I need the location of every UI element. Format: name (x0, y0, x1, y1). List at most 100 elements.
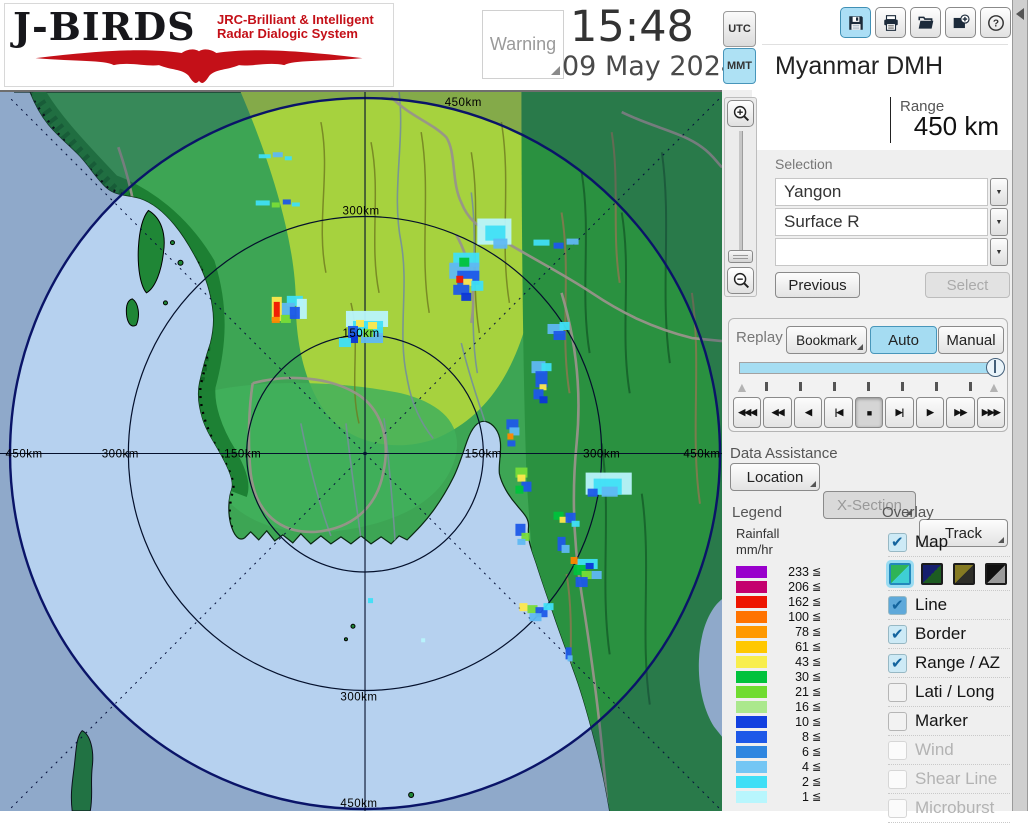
fast-forward-button[interactable]: ▶▶ (946, 397, 975, 428)
panel-splitter[interactable] (1012, 0, 1028, 811)
legend-entry: 2 ≦ (736, 774, 856, 789)
zoom-slider-handle[interactable] (728, 250, 753, 263)
legend-value: 206 (788, 579, 809, 594)
play-button[interactable]: ▶ (915, 397, 945, 428)
playback-controls: ◀◀◀ ◀◀ ◀ |◀ ■ ▶| ▶ ▶▶ ▶▶▶ (733, 397, 1005, 428)
overlay-item-shear-line[interactable]: Shear Line (888, 765, 1010, 794)
svg-text:450km: 450km (340, 798, 377, 810)
replay-slider-handle[interactable] (986, 358, 1005, 377)
checkbox[interactable] (888, 532, 907, 552)
slider-start-marker[interactable]: ▲ (735, 379, 749, 395)
option-dropdown-arrow[interactable]: ▼ (990, 238, 1008, 266)
slider-tick (799, 382, 802, 391)
legend-entry: 206 ≦ (736, 579, 856, 594)
stop-button[interactable]: ■ (854, 397, 884, 428)
svg-text:300km: 300km (342, 206, 379, 218)
legend-suffix: ≦ (812, 596, 822, 608)
previous-button[interactable]: Previous (775, 272, 860, 298)
legend-suffix: ≦ (812, 641, 822, 653)
location-button[interactable]: Location (730, 463, 820, 491)
overlay-item-lati-long[interactable]: Lati / Long (888, 678, 1010, 707)
legend-suffix: ≦ (812, 731, 822, 743)
legend-unit-line2: mm/hr (736, 542, 773, 557)
replay-group: Replay Bookmark Auto Manual ▲ ▲ ◀◀◀ ◀◀ ◀ |◀… (728, 318, 1008, 432)
overlay-item-line[interactable]: Line (888, 591, 1010, 620)
legend-label: Legend (732, 504, 783, 521)
step-forward-button[interactable]: ▶| (885, 397, 914, 428)
overlay-item-border[interactable]: Border (888, 620, 1010, 649)
selection-label: Selection (775, 156, 833, 172)
legend-swatch (736, 625, 767, 638)
map-style-swatch-4[interactable] (985, 562, 1007, 585)
header: J-BIRDS JRC-Brilliant & Intelligent Rada… (0, 0, 1030, 90)
overlay-item-wind[interactable]: Wind (888, 736, 1010, 765)
overlay-item-marker[interactable]: Marker (888, 707, 1010, 736)
manual-button[interactable]: Manual (938, 326, 1004, 354)
map-style-swatch-1[interactable] (886, 559, 914, 588)
legend-swatch (736, 640, 767, 653)
product-dropdown[interactable]: Surface R (775, 208, 988, 236)
play-reverse-button[interactable]: ◀ (793, 397, 823, 428)
zoom-in-button[interactable] (727, 100, 754, 127)
zoom-in-icon (733, 105, 749, 121)
product-dropdown-arrow[interactable]: ▼ (990, 208, 1008, 236)
legend-value: 6 (802, 744, 809, 759)
zoom-out-button[interactable] (727, 267, 754, 294)
app-logo: J-BIRDS JRC-Brilliant & Intelligent Rada… (4, 3, 394, 87)
overlay-item-label: Lati / Long (915, 682, 995, 701)
legend-suffix: ≦ (812, 761, 822, 773)
slider-tick (765, 382, 768, 391)
control-panel: Range 450 km Selection Yangon ▼ Surface … (722, 90, 1012, 823)
slider-end-marker[interactable]: ▲ (987, 379, 1001, 395)
svg-text:300km: 300km (340, 692, 377, 704)
collapse-panel-icon[interactable] (1016, 8, 1024, 20)
legend-value: 30 (795, 669, 809, 684)
legend-value: 162 (788, 594, 809, 609)
checkbox[interactable] (888, 798, 907, 818)
replay-slider[interactable] (739, 358, 1005, 377)
map-style-swatch-3[interactable] (953, 562, 975, 585)
site-dropdown[interactable]: Yangon (775, 178, 988, 206)
utc-button[interactable]: UTC (723, 11, 756, 47)
slider-tick (833, 382, 836, 391)
skip-backward-button[interactable]: ◀◀◀ (733, 397, 762, 428)
step-backward-button[interactable]: |◀ (824, 397, 853, 428)
legend-suffix: ≦ (812, 701, 822, 713)
checkbox[interactable] (888, 740, 907, 760)
save-button[interactable] (840, 7, 871, 38)
open-button[interactable] (910, 7, 941, 38)
zoom-slider-track[interactable] (739, 131, 743, 263)
legend-swatch (736, 685, 767, 698)
checkbox[interactable] (888, 653, 907, 673)
panel-divider (762, 44, 1008, 45)
site-dropdown-arrow[interactable]: ▼ (990, 178, 1008, 206)
skip-forward-button[interactable]: ▶▶▶ (976, 397, 1005, 428)
radar-map[interactable]: 450km 300km 150km 450km 300km 150km 150km 300km… (0, 92, 722, 811)
overlay-item-range-az[interactable]: Range / AZ (888, 649, 1010, 678)
overlay-item-microburst[interactable]: Microburst (888, 794, 1010, 823)
radar-map-area[interactable]: 450km 300km 150km 450km 300km 150km 150km 300km… (0, 90, 722, 811)
checkbox[interactable] (888, 682, 907, 702)
option-dropdown[interactable] (775, 238, 988, 266)
slider-tick (867, 382, 870, 391)
overlay-label: Overlay (882, 504, 934, 521)
map-style-swatch-2[interactable] (921, 562, 943, 585)
select-button[interactable]: Select (925, 272, 1010, 298)
overlay-item-map[interactable]: Map (888, 528, 1010, 557)
logo-tagline: JRC-Brilliant & Intelligent Radar Dialog… (217, 13, 374, 41)
add-image-button[interactable] (945, 7, 976, 38)
checkbox[interactable] (888, 711, 907, 731)
legend-suffix: ≦ (812, 746, 822, 758)
warning-button[interactable]: Warning (482, 10, 564, 79)
bookmark-button[interactable]: Bookmark (786, 326, 867, 354)
checkbox[interactable] (888, 595, 907, 615)
print-button[interactable] (875, 7, 906, 38)
legend-entry: 10 ≦ (736, 714, 856, 729)
checkbox[interactable] (888, 624, 907, 644)
fast-rewind-button[interactable]: ◀◀ (763, 397, 792, 428)
checkbox[interactable] (888, 769, 907, 789)
auto-button[interactable]: Auto (870, 326, 937, 354)
mmt-button[interactable]: MMT (723, 48, 756, 84)
slider-ticks: ▲ ▲ (735, 379, 1001, 395)
help-button[interactable]: ? (980, 7, 1011, 38)
